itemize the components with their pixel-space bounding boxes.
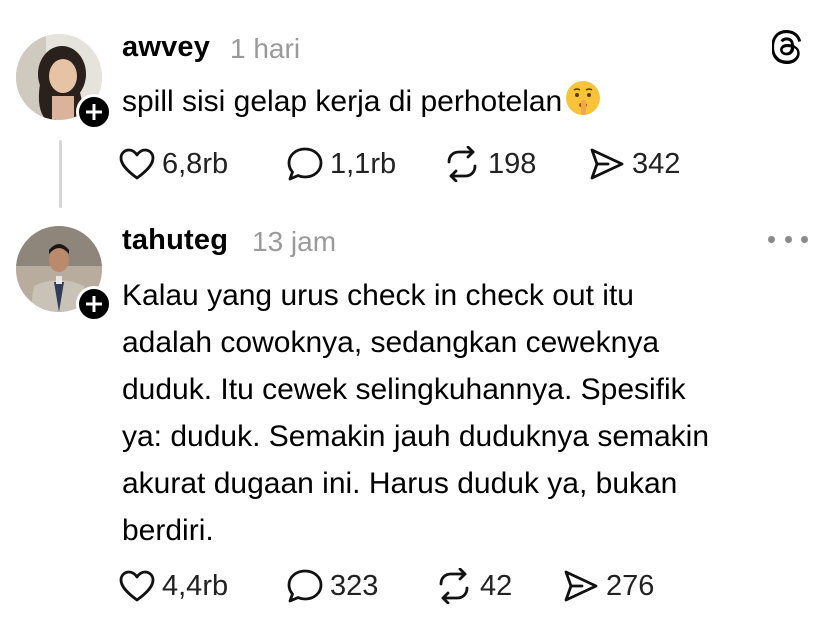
follow-button[interactable]: [76, 94, 112, 130]
heart-icon: [119, 148, 155, 180]
username[interactable]: awvey: [122, 31, 210, 64]
like-button[interactable]: 4,4rb: [118, 566, 228, 606]
like-count: 6,8rb: [162, 147, 229, 180]
more-horizontal-icon-dot: [801, 235, 808, 243]
post-text: Kalau yang urus check in check out itu a…: [122, 272, 802, 554]
share-button[interactable]: 342: [588, 144, 680, 184]
follow-button[interactable]: [76, 286, 112, 322]
repost-button[interactable]: 42: [434, 566, 512, 606]
post-text: spill sisi gelap kerja di perhotelan: [122, 78, 802, 131]
thread-connector-line: [59, 140, 62, 208]
username[interactable]: tahuteg: [122, 224, 228, 257]
reply-button[interactable]: 323: [286, 566, 378, 606]
more-horizontal-icon-dot: [784, 235, 792, 243]
post-text-line: akurat dugaan ini. Harus duduk ya, bukan: [122, 467, 678, 500]
more-horizontal-icon-dot: [768, 235, 775, 243]
threads-logo-icon[interactable]: [771, 30, 802, 69]
post-actions: 6,8rb 1,1rb 198 342: [118, 144, 718, 184]
like-count: 4,4rb: [162, 569, 229, 602]
reply-count: 1,1rb: [330, 147, 397, 180]
avatar-wrap[interactable]: [16, 34, 112, 130]
post-time: 13 jam: [252, 226, 337, 257]
share-button[interactable]: 276: [562, 566, 654, 606]
post-text-line: Kalau yang urus check in check out itu: [122, 279, 634, 312]
post-text-line: berdiri.: [122, 514, 214, 547]
share-count: 276: [606, 569, 655, 602]
speech-bubble-icon: [287, 569, 323, 603]
repost-count: 198: [488, 147, 537, 180]
repost-icon: [439, 568, 469, 604]
post-text-line: ya: duduk. Semakin jauh duduknya semakin: [122, 420, 710, 453]
reply-count: 323: [330, 569, 379, 602]
more-options-button[interactable]: [768, 232, 808, 246]
repost-button[interactable]: 198: [442, 144, 536, 184]
post-text-line: duduk. Itu cewek selingkuhannya. Spesifi…: [122, 373, 686, 406]
repost-count: 42: [480, 569, 513, 602]
share-count: 342: [632, 147, 681, 180]
shushing-face-emoji-icon: [564, 79, 602, 131]
repost-icon: [447, 146, 477, 182]
like-button[interactable]: 6,8rb: [118, 144, 228, 184]
post-text-line: adalah cowoknya, sedangkan ceweknya: [122, 326, 660, 359]
heart-icon: [119, 570, 155, 602]
post-text-content: spill sisi gelap kerja di perhotelan: [122, 85, 563, 118]
speech-bubble-icon: [287, 147, 323, 181]
post-actions: 4,4rb 323 42 276: [118, 566, 718, 606]
avatar-wrap[interactable]: [16, 226, 112, 322]
post-time: 1 hari: [230, 33, 301, 64]
plus-icon: [86, 296, 102, 312]
send-icon: [564, 570, 598, 602]
plus-icon: [86, 104, 102, 120]
reply-button[interactable]: 1,1rb: [286, 144, 396, 184]
send-icon: [590, 148, 624, 180]
